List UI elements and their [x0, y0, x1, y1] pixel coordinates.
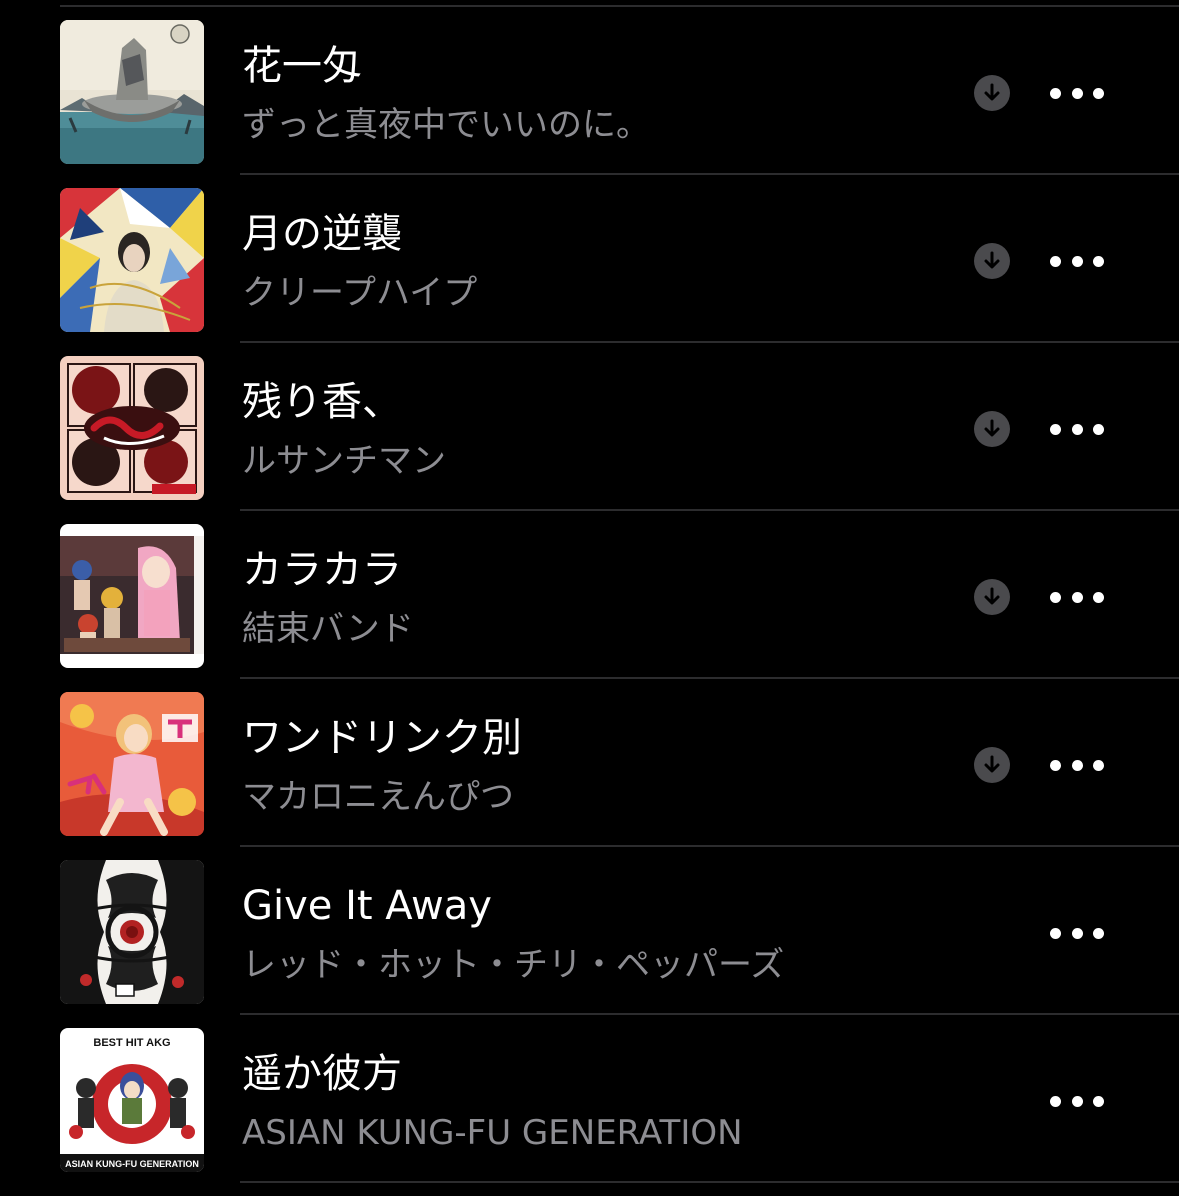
- more-dot: [1093, 1095, 1104, 1107]
- ellipsis-more-icon[interactable]: [1050, 80, 1104, 106]
- track-title: 花一匁: [242, 43, 362, 89]
- album-artwork[interactable]: [60, 692, 204, 836]
- album-artwork-anime-band-icon: [60, 524, 204, 668]
- album-artwork[interactable]: [60, 524, 204, 668]
- album-artwork[interactable]: BEST HIT AKG ASIAN KUNG-FU GENERATION: [60, 1028, 204, 1172]
- more-dot: [1050, 87, 1061, 99]
- more-dot: [1093, 927, 1104, 939]
- more-dot: [1050, 591, 1061, 603]
- track-title: カラカラ: [242, 547, 402, 593]
- track-title: 遥か彼方: [242, 1051, 402, 1097]
- download-arrow-icon[interactable]: [974, 75, 1010, 111]
- track-row[interactable]: 月の逆襲 クリープハイプ: [0, 188, 1179, 356]
- download-arrow-glyph: [984, 83, 1000, 101]
- download-arrow-glyph: [984, 755, 1000, 773]
- album-artwork-red-figures-icon: [60, 356, 204, 500]
- row-divider: [240, 509, 1179, 511]
- more-dot: [1071, 423, 1083, 435]
- more-dot: [1050, 1095, 1061, 1107]
- track-artist: レッド・ホット・チリ・ペッパーズ: [242, 945, 785, 985]
- track-artist: ずっと真夜中でいいのに。: [242, 105, 650, 145]
- track-row[interactable]: カラカラ 結束バンド: [0, 524, 1179, 692]
- more-dot: [1093, 423, 1104, 435]
- track-row[interactable]: 花一匁 ずっと真夜中でいいのに。: [0, 20, 1179, 188]
- more-dot: [1093, 759, 1104, 771]
- more-dot: [1050, 759, 1061, 771]
- download-arrow-icon[interactable]: [974, 411, 1010, 447]
- album-artwork[interactable]: [60, 356, 204, 500]
- track-artist: クリープハイプ: [242, 273, 478, 313]
- track-title: 残り香、: [242, 379, 402, 425]
- more-dot: [1071, 255, 1083, 267]
- download-arrow-glyph: [984, 419, 1000, 437]
- more-dot: [1071, 87, 1083, 99]
- track-artist: 結束バンド: [242, 609, 414, 649]
- track-artist: ルサンチマン: [242, 441, 446, 481]
- album-artwork-geometric-portrait-icon: [60, 188, 204, 332]
- track-row[interactable]: 残り香、 ルサンチマン: [0, 356, 1179, 524]
- track-list: 花一匁 ずっと真夜中でいいのに。 月の逆襲 クリープハイプ 残り香、 ルサンチマ…: [0, 20, 1179, 1196]
- track-title: 月の逆襲: [242, 211, 402, 257]
- more-dot: [1071, 759, 1083, 771]
- track-title: ワンドリンク別: [242, 715, 522, 761]
- album-artwork-best-hit-akg-icon: BEST HIT AKG ASIAN KUNG-FU GENERATION: [60, 1028, 204, 1172]
- more-dot: [1071, 927, 1083, 939]
- list-top-divider: [60, 5, 1179, 7]
- album-artwork-pink-illustration-icon: [60, 692, 204, 836]
- row-divider: [240, 845, 1179, 847]
- row-divider: [240, 1181, 1179, 1183]
- album-artwork[interactable]: [60, 188, 204, 332]
- ellipsis-more-icon[interactable]: [1050, 920, 1104, 946]
- ellipsis-more-icon[interactable]: [1050, 752, 1104, 778]
- more-dot: [1071, 591, 1083, 603]
- ellipsis-more-icon[interactable]: [1050, 248, 1104, 274]
- more-dot: [1050, 423, 1061, 435]
- ellipsis-more-icon[interactable]: [1050, 1088, 1104, 1114]
- more-dot: [1071, 1095, 1083, 1107]
- ellipsis-more-icon[interactable]: [1050, 416, 1104, 442]
- track-artist: ASIAN KUNG-FU GENERATION: [242, 1113, 743, 1153]
- track-title: Give It Away: [242, 883, 492, 929]
- track-row[interactable]: ワンドリンク別 マカロニえんぴつ: [0, 692, 1179, 860]
- row-divider: [240, 1013, 1179, 1015]
- album-artwork-ship-on-sea-icon: [60, 20, 204, 164]
- download-arrow-icon[interactable]: [974, 747, 1010, 783]
- track-row[interactable]: Give It Away レッド・ホット・チリ・ペッパーズ: [0, 860, 1179, 1028]
- album-artwork[interactable]: [60, 20, 204, 164]
- more-dot: [1093, 87, 1104, 99]
- row-divider: [240, 173, 1179, 175]
- album-artwork-black-white-faces-icon: [60, 860, 204, 1004]
- track-artist: マカロニえんぴつ: [242, 777, 514, 817]
- row-divider: [240, 341, 1179, 343]
- download-arrow-icon[interactable]: [974, 579, 1010, 615]
- more-dot: [1050, 255, 1061, 267]
- row-divider: [240, 677, 1179, 679]
- more-dot: [1050, 927, 1061, 939]
- track-row[interactable]: BEST HIT AKG ASIAN KUNG-FU GENERATION 遥か…: [0, 1028, 1179, 1196]
- artwork-bottom-text: ASIAN KUNG-FU GENERATION: [65, 1159, 199, 1169]
- download-arrow-glyph: [984, 587, 1000, 605]
- download-arrow-glyph: [984, 251, 1000, 269]
- download-arrow-icon[interactable]: [974, 243, 1010, 279]
- artwork-top-text: BEST HIT AKG: [93, 1037, 170, 1049]
- more-dot: [1093, 591, 1104, 603]
- more-dot: [1093, 255, 1104, 267]
- album-artwork[interactable]: [60, 860, 204, 1004]
- ellipsis-more-icon[interactable]: [1050, 584, 1104, 610]
